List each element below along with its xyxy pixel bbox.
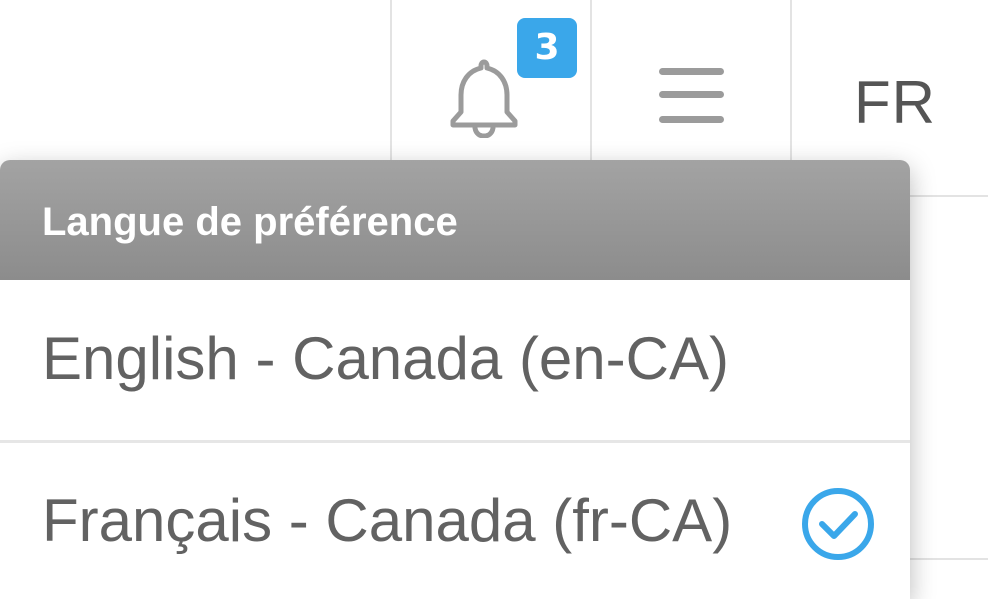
language-code: FR [854, 69, 936, 136]
hamburger-menu-icon [659, 68, 724, 75]
language-option-label: Français - Canada (fr-CA) [42, 487, 733, 554]
content-divider [910, 558, 988, 560]
language-option-label: English - Canada (en-CA) [42, 325, 729, 392]
notifications-button[interactable]: 3 [392, 0, 590, 160]
language-option-en-ca[interactable]: English - Canada (en-CA) [0, 280, 910, 440]
app-stage: 3 FR Langue de préférence English - Cana… [0, 0, 988, 599]
hamburger-menu-icon-bar [659, 91, 724, 98]
notification-count-badge: 3 [517, 18, 577, 78]
language-dropdown: Langue de préférence English - Canada (e… [0, 160, 910, 599]
dropdown-title: Langue de préférence [42, 200, 458, 244]
dropdown-header: Langue de préférence [0, 160, 910, 280]
check-circle-icon [802, 488, 874, 560]
bell-icon [450, 59, 518, 138]
language-option-fr-ca[interactable]: Français - Canada (fr-CA) [0, 442, 910, 599]
hamburger-menu-icon-bar [659, 116, 724, 123]
menu-button[interactable] [592, 0, 790, 160]
